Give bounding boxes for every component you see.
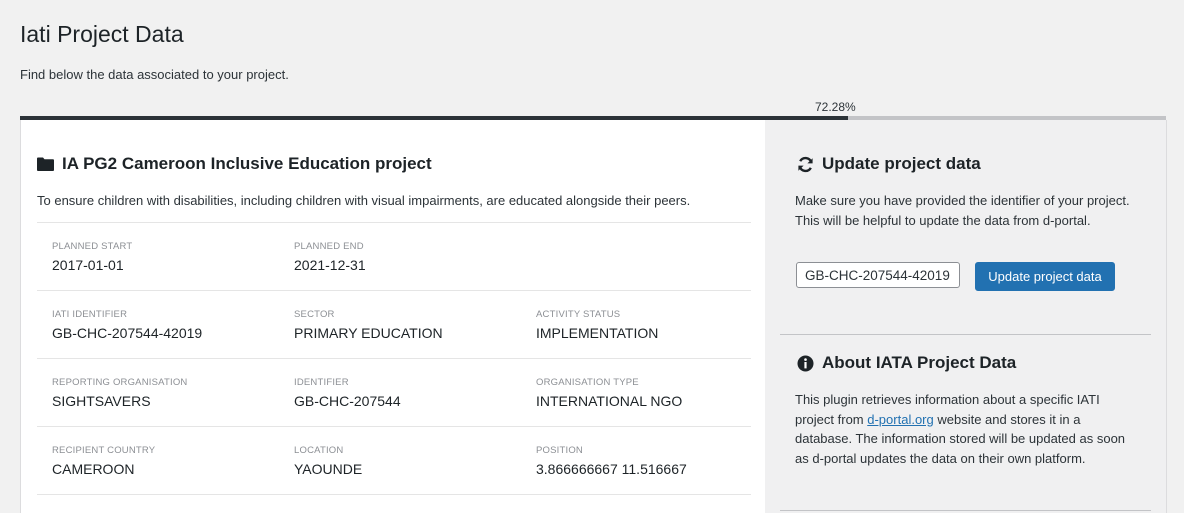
detail-identifier: IDENTIFIER GB-CHC-207544 [294,377,401,409]
d-portal-link[interactable]: d-portal.org [867,412,933,427]
detail-planned-end: PLANNED END 2021-12-31 [294,241,366,273]
detail-label: POSITION [536,445,583,456]
progress-label: 72.28% [815,100,856,114]
details-row: RECIPIENT COUNTRY CAMEROON LOCATION YAOU… [37,426,751,495]
info-icon [797,355,814,371]
detail-value: SIGHTSAVERS [52,393,151,409]
detail-label: ACTIVITY STATUS [536,309,621,320]
update-help-text: Make sure you have provided the identifi… [795,193,1130,228]
folder-icon [37,157,54,171]
detail-value: 3.866666667 11.516667 [536,461,687,477]
refresh-icon [798,156,813,172]
project-panel: IA PG2 Cameroon Inclusive Education proj… [20,120,766,513]
project-details-grid: PLANNED START 2017-01-01 PLANNED END 202… [37,222,751,495]
detail-label: IATI IDENTIFIER [52,309,128,320]
section-divider [780,510,1151,511]
detail-organisation-type: ORGANISATION TYPE INTERNATIONAL NGO [536,377,682,409]
detail-value: 2021-12-31 [294,257,366,273]
project-title: IA PG2 Cameroon Inclusive Education proj… [37,154,432,174]
detail-value: GB-CHC-207544 [294,393,401,409]
sidebar-panel: Update project data Make sure you have p… [765,120,1167,513]
details-row: IATI IDENTIFIER GB-CHC-207544-42019 SECT… [37,290,751,358]
about-section-title: About IATA Project Data [797,353,1016,373]
detail-label: RECIPIENT COUNTRY [52,445,156,456]
detail-label: SECTOR [294,309,335,320]
detail-location: LOCATION YAOUNDE [294,445,362,477]
detail-recipient-country: RECIPIENT COUNTRY CAMEROON [52,445,155,477]
detail-label: IDENTIFIER [294,377,349,388]
page-title: Iati Project Data [20,21,184,47]
detail-planned-start: PLANNED START 2017-01-01 [52,241,132,273]
detail-iati-identifier: IATI IDENTIFIER GB-CHC-207544-42019 [52,309,202,341]
update-section-title-text: Update project data [822,154,981,173]
detail-value: CAMEROON [52,461,135,477]
update-section-title: Update project data [797,154,981,174]
section-divider [780,334,1151,335]
details-row: PLANNED START 2017-01-01 PLANNED END 202… [37,222,751,290]
project-identifier-input[interactable] [796,262,960,288]
detail-label: PLANNED END [294,241,364,252]
project-description: To ensure children with disabilities, in… [37,193,691,208]
update-project-data-button[interactable]: Update project data [975,262,1115,291]
about-section-title-text: About IATA Project Data [822,353,1017,372]
about-text: This plugin retrieves information about … [795,390,1140,468]
detail-reporting-organisation: REPORTING ORGANISATION SIGHTSAVERS [52,377,187,409]
detail-activity-status: ACTIVITY STATUS IMPLEMENTATION [536,309,658,341]
project-title-text: IA PG2 Cameroon Inclusive Education proj… [62,154,432,173]
details-row: REPORTING ORGANISATION SIGHTSAVERS IDENT… [37,358,751,426]
page-description: Find below the data associated to your p… [20,67,289,82]
detail-value: INTERNATIONAL NGO [536,393,683,409]
detail-position: POSITION 3.866666667 11.516667 [536,445,687,477]
detail-sector: SECTOR PRIMARY EDUCATION [294,309,443,341]
detail-value: YAOUNDE [294,461,363,477]
detail-label: ORGANISATION TYPE [536,377,639,388]
detail-value: GB-CHC-207544-42019 [52,325,203,341]
detail-value: IMPLEMENTATION [536,325,659,341]
detail-value: PRIMARY EDUCATION [294,325,443,341]
detail-label: LOCATION [294,445,344,456]
detail-label: PLANNED START [52,241,133,252]
detail-value: 2017-01-01 [52,257,124,273]
detail-label: REPORTING ORGANISATION [52,377,188,388]
